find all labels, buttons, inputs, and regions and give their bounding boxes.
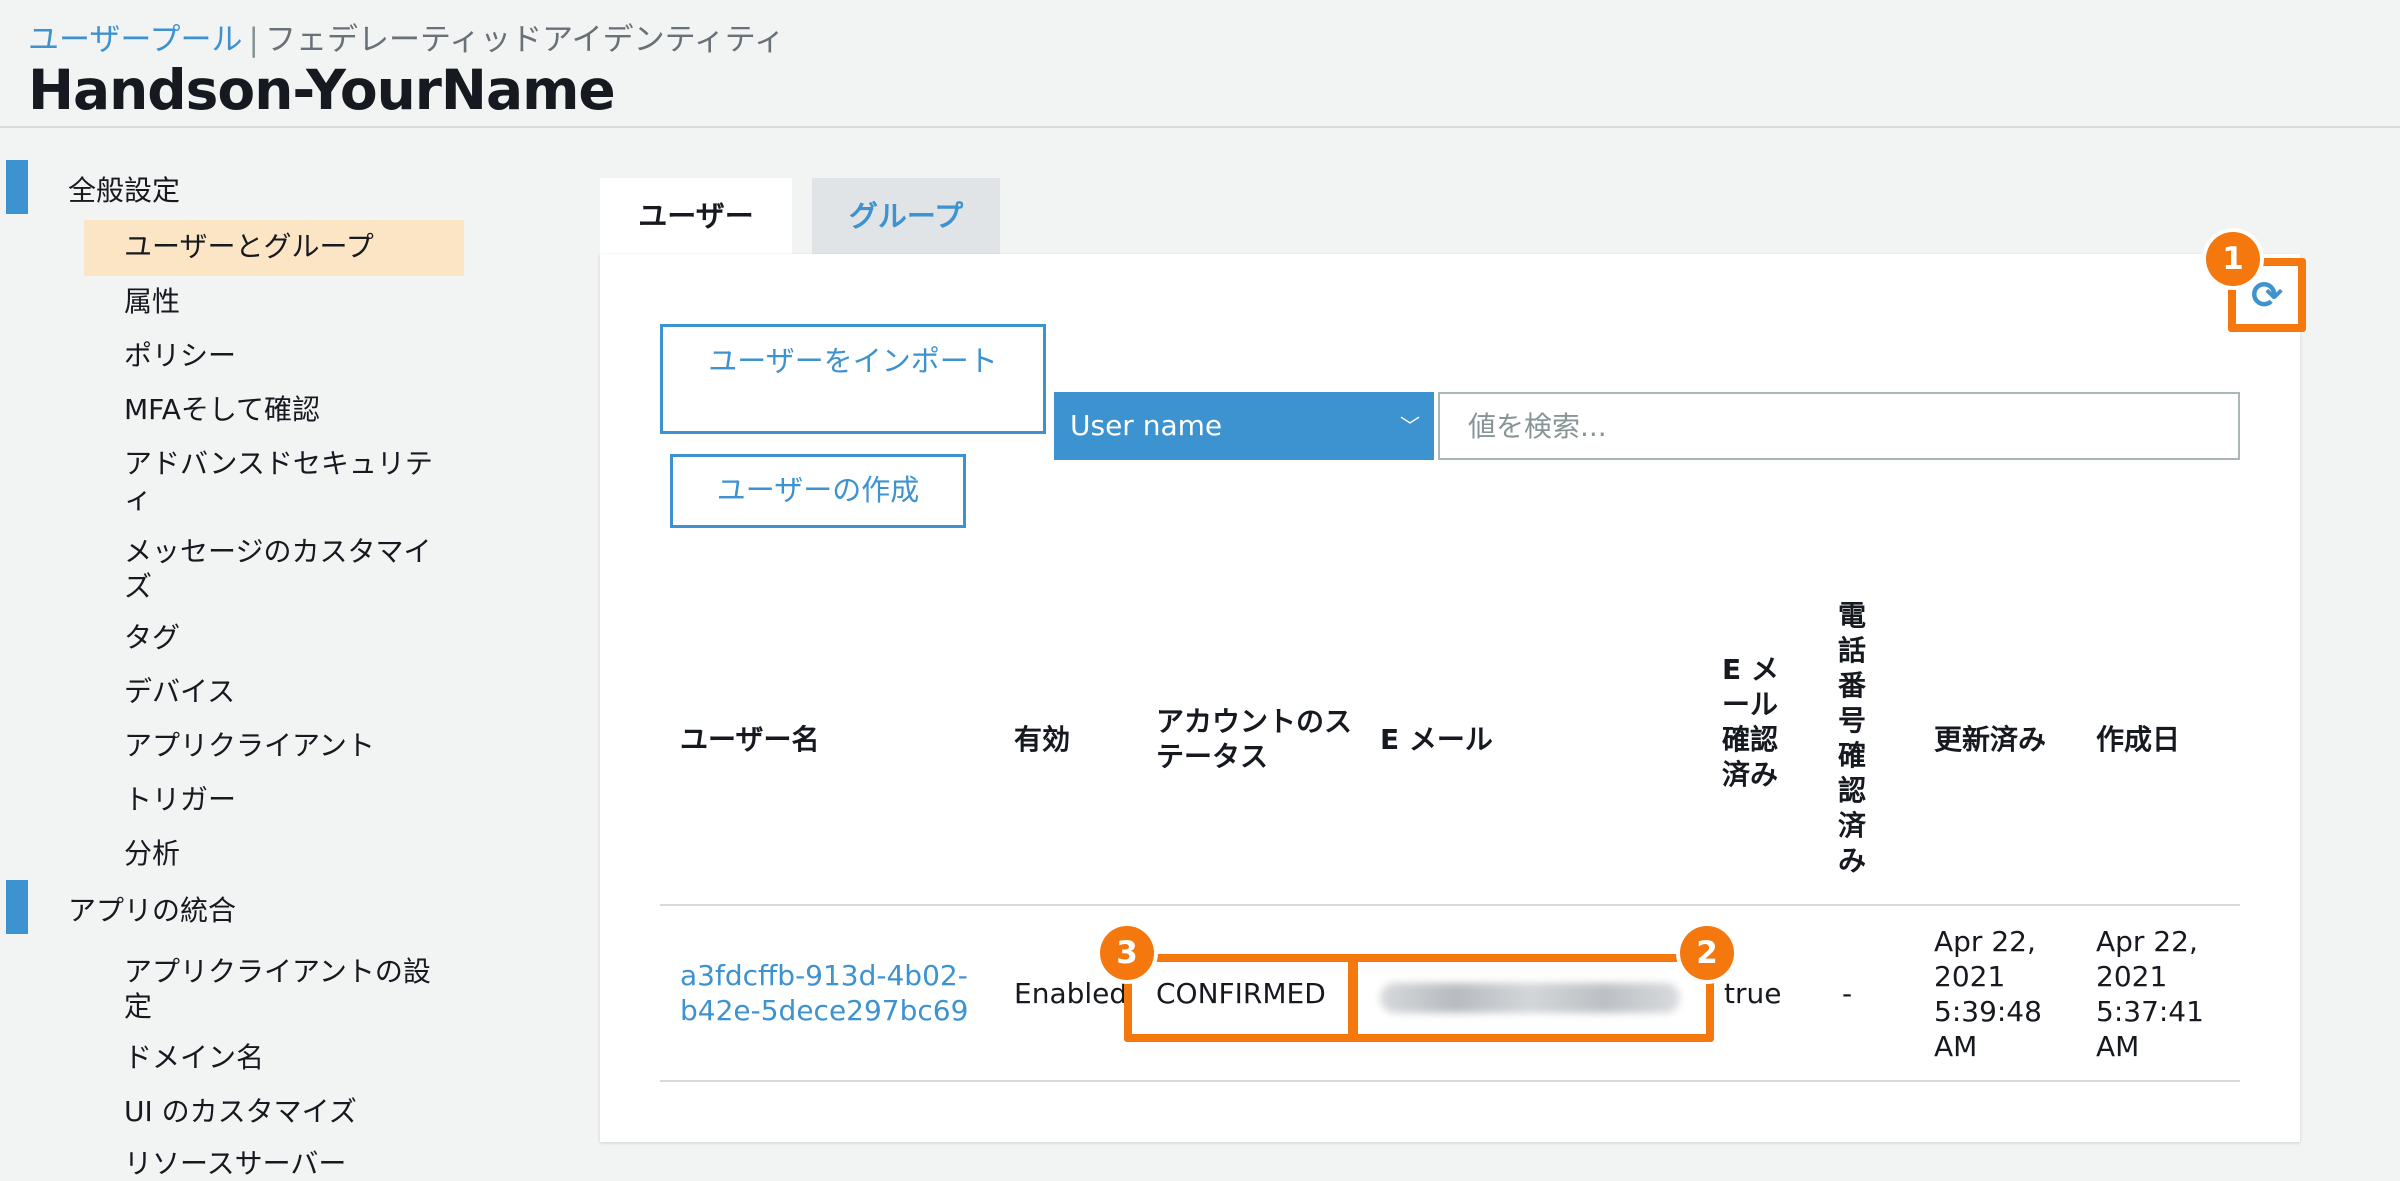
cell-created: Apr 22, 2021 5:37:41 AM xyxy=(2096,925,2204,1063)
chevron-down-icon: ﹀ xyxy=(1400,414,1420,438)
import-users-button[interactable]: ユーザーをインポート xyxy=(660,324,1046,434)
sidebar-item-attributes[interactable]: 属性 xyxy=(124,284,444,319)
tab-users[interactable]: ユーザー xyxy=(600,178,792,254)
highlight-status xyxy=(1124,954,1356,1042)
cell-phone-verified: - xyxy=(1842,977,1853,1010)
sidebar-item-policies[interactable]: ポリシー xyxy=(124,338,444,373)
col-header-email-verified[interactable]: E メール確認済み xyxy=(1722,652,1794,792)
col-header-created[interactable]: 作成日 xyxy=(2096,722,2216,757)
sidebar-item-domain-name[interactable]: ドメイン名 xyxy=(124,1040,444,1075)
breadcrumb: ユーザープール | フェデレーティッドアイデンティティ xyxy=(28,14,785,59)
sidebar-item-users-and-groups[interactable]: ユーザーとグループ xyxy=(124,229,444,264)
sidebar-section-label: 全般設定 xyxy=(68,174,181,207)
breadcrumb-federated-identities[interactable]: フェデレーティッドアイデンティティ xyxy=(265,22,785,58)
table-row-divider xyxy=(660,1080,2240,1082)
user-link[interactable]: a3fdcffb-913d-4b02-b42e-5dece297bc69 xyxy=(680,958,980,1028)
section-marker xyxy=(6,880,28,934)
page-header: ユーザープール | フェデレーティッドアイデンティティ Handson-YourNa… xyxy=(0,0,2400,128)
cell-enabled: Enabled xyxy=(1014,977,1128,1010)
sidebar-section-general[interactable]: 全般設定 xyxy=(0,160,460,214)
sidebar-item-advanced-security[interactable]: アドバンスドセキュリティ xyxy=(124,446,444,516)
annotation-badge-3: 3 xyxy=(1100,926,1154,980)
annotation-badge-1: 1 xyxy=(2206,232,2260,286)
sidebar-section-app-integration[interactable]: アプリの統合 xyxy=(0,880,460,934)
col-header-email[interactable]: E メール xyxy=(1380,722,1680,757)
sidebar-item-devices[interactable]: デバイス xyxy=(124,674,444,709)
col-header-updated[interactable]: 更新済み xyxy=(1934,722,2074,757)
refresh-icon: ⟳ xyxy=(2251,273,2283,317)
search-input[interactable] xyxy=(1438,392,2240,460)
sidebar-item-analytics[interactable]: 分析 xyxy=(124,836,444,871)
sidebar-item-tags[interactable]: タグ xyxy=(124,620,444,655)
sidebar-item-triggers[interactable]: トリガー xyxy=(124,782,444,817)
sidebar-item-app-clients[interactable]: アプリクライアント xyxy=(124,728,444,763)
sidebar-item-resource-servers[interactable]: リソースサーバー xyxy=(124,1146,444,1181)
sidebar-item-ui-customization[interactable]: UI のカスタマイズ xyxy=(124,1094,444,1129)
section-marker xyxy=(6,160,28,214)
table-header-divider xyxy=(660,904,2240,906)
highlight-email xyxy=(1350,954,1714,1042)
sidebar-section-label: アプリの統合 xyxy=(68,894,237,927)
page-title: Handson-YourName xyxy=(28,58,616,122)
annotation-badge-2: 2 xyxy=(1680,926,1734,980)
breadcrumb-separator: | xyxy=(248,22,259,58)
col-header-enabled[interactable]: 有効 xyxy=(1014,722,1104,757)
sidebar-item-message-customizations[interactable]: メッセージのカスタマイズ xyxy=(124,534,444,604)
cell-updated: Apr 22, 2021 5:39:48 AM xyxy=(1934,925,2042,1063)
col-header-status[interactable]: アカウントのステータス xyxy=(1156,704,1376,774)
sidebar-item-app-client-settings[interactable]: アプリクライアントの設定 xyxy=(124,954,444,1024)
col-header-username[interactable]: ユーザー名 xyxy=(680,722,980,757)
col-header-phone-verified[interactable]: 電話番号確認済み xyxy=(1838,598,1872,878)
cell-email-verified: true xyxy=(1724,977,1782,1010)
tab-groups[interactable]: グループ xyxy=(812,178,1000,254)
sidebar-item-mfa[interactable]: MFAそして確認 xyxy=(124,392,444,427)
search-attribute-value: User name xyxy=(1070,409,1223,442)
search-attribute-select[interactable]: User name ﹀ xyxy=(1054,392,1434,460)
create-user-button[interactable]: ユーザーの作成 xyxy=(670,454,966,528)
breadcrumb-user-pools-link[interactable]: ユーザープール xyxy=(28,22,243,58)
